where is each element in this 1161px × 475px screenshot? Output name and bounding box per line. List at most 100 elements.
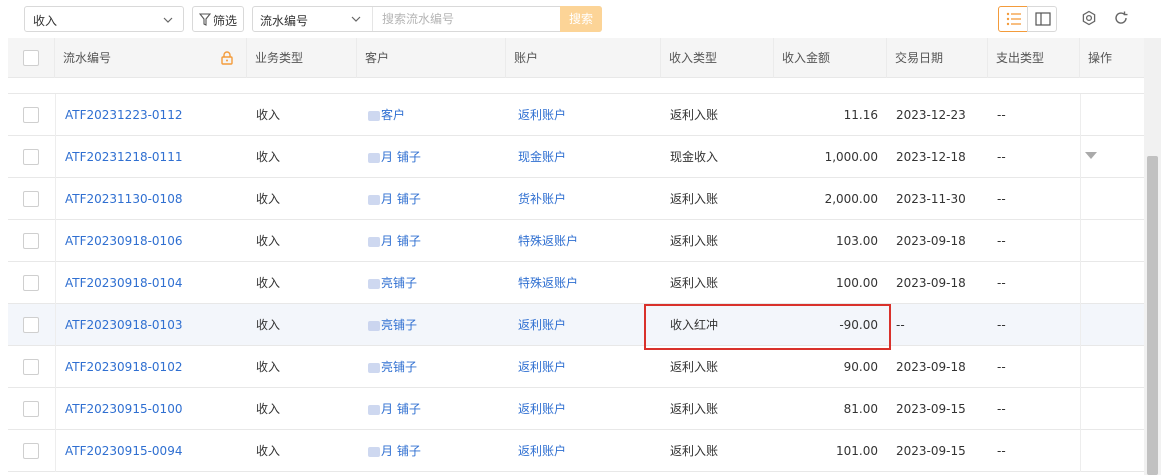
column-divider xyxy=(1080,136,1081,178)
cell-account[interactable]: 特殊返账户 xyxy=(518,262,661,304)
cell-customer[interactable]: 月 铺子 xyxy=(368,220,506,262)
cell-business-type: 收入 xyxy=(256,402,281,416)
cell-account[interactable]: 返利账户 xyxy=(518,94,661,136)
table-row[interactable]: ATF20231223-0112 收入 客户 返利账户 返利入账 11.16 2023-12… xyxy=(8,94,1144,136)
cell-flow-id[interactable]: ATF20230915-0094 xyxy=(65,430,245,472)
table-row[interactable]: ATF20230918-0104 收入 亮铺子 特殊返账户 返利入账 100.00 2023… xyxy=(8,262,1144,304)
table-row[interactable]: ATF20230915-0094 收入 月 铺子 返利账户 返利入账 101.00 2023… xyxy=(8,430,1144,472)
row-checkbox[interactable] xyxy=(23,107,39,123)
table-row[interactable]: ATF20230918-0102 收入 亮铺子 返利账户 返利入账 90.00 2023-0… xyxy=(8,346,1144,388)
list-view-icon xyxy=(1006,12,1021,26)
cell-customer[interactable]: 亮铺子 xyxy=(368,262,506,304)
header-customer[interactable]: 客户 xyxy=(357,38,506,78)
customer-name[interactable]: 亮铺子 xyxy=(381,276,417,290)
cell-trade-date: 2023-11-30 xyxy=(896,192,966,206)
redacted-mark xyxy=(368,404,380,415)
select-all-checkbox[interactable] xyxy=(23,50,39,66)
cell-account[interactable]: 现金账户 xyxy=(518,136,661,178)
cell-account[interactable]: 返利账户 xyxy=(518,346,661,388)
row-checkbox[interactable] xyxy=(23,401,39,417)
redacted-mark xyxy=(368,236,380,247)
cell-customer[interactable]: 亮铺子 xyxy=(368,304,506,346)
row-checkbox[interactable] xyxy=(23,233,39,249)
cell-customer[interactable]: 亮铺子 xyxy=(368,346,506,388)
cell-customer[interactable]: 月 铺子 xyxy=(368,178,506,220)
table-row[interactable]: ATF20230918-0106 收入 月 铺子 特殊返账户 返利入账 103.00 202… xyxy=(8,220,1144,262)
cell-flow-id[interactable]: ATF20231218-0111 xyxy=(65,136,245,178)
redacted-mark xyxy=(368,362,380,373)
scrollbar-thumb[interactable] xyxy=(1147,156,1158,475)
search-field-select[interactable]: 流水编号 xyxy=(253,7,373,31)
table-row[interactable]: ATF20230915-0100 收入 月 铺子 返利账户 返利入账 81.00 2023-… xyxy=(8,388,1144,430)
table-row[interactable]: ATF20231130-0108 收入 月 铺子 货补账户 返利入账 2,000.00 20… xyxy=(8,178,1144,220)
header-flow-id-label: 流水编号 xyxy=(63,51,112,65)
cell-account[interactable]: 特殊返账户 xyxy=(518,220,661,262)
panel-view-button[interactable] xyxy=(1027,6,1057,32)
row-checkbox[interactable] xyxy=(23,275,39,291)
header-income-type[interactable]: 收入类型 xyxy=(661,38,774,78)
table-row[interactable]: ATF20231218-0111 收入 月 铺子 现金账户 现金收入 1,000.00 20… xyxy=(8,136,1144,178)
cell-flow-id[interactable]: ATF20230918-0106 xyxy=(65,220,245,262)
cell-trade-date: 2023-12-18 xyxy=(896,150,966,164)
cell-customer[interactable]: 客户 xyxy=(368,94,506,136)
customer-name[interactable]: 亮铺子 xyxy=(381,360,417,374)
header-business-type[interactable]: 业务类型 xyxy=(247,38,357,78)
row-checkbox[interactable] xyxy=(23,149,39,165)
cell-business-type: 收入 xyxy=(256,150,281,164)
cell-account[interactable]: 返利账户 xyxy=(518,304,661,346)
search-button[interactable]: 搜索 xyxy=(560,6,602,32)
customer-name[interactable]: 月 铺子 xyxy=(381,234,421,248)
lock-icon[interactable] xyxy=(221,51,233,65)
cell-flow-id[interactable]: ATF20230918-0103 xyxy=(65,304,245,346)
header-trade-date[interactable]: 交易日期 xyxy=(887,38,988,78)
cell-income-amount: 81.00 xyxy=(843,402,878,416)
redacted-mark xyxy=(368,446,380,457)
table-row[interactable]: ATF20230918-0103 收入 亮铺子 返利账户 收入红冲 -90.00 -- -- xyxy=(8,304,1144,346)
cell-customer[interactable]: 月 铺子 xyxy=(368,388,506,430)
cell-trade-date: 2023-09-18 xyxy=(896,360,966,374)
dropdown-triangle-icon[interactable] xyxy=(1085,152,1097,160)
cell-flow-id[interactable]: ATF20231223-0112 xyxy=(65,94,245,136)
cell-trade-date: 2023-09-18 xyxy=(896,234,966,248)
income-type-select[interactable]: 收入 xyxy=(24,6,184,32)
header-income-amount[interactable]: 收入金额 xyxy=(774,38,887,78)
vertical-scrollbar[interactable] xyxy=(1144,38,1161,475)
header-account[interactable]: 账户 xyxy=(506,38,661,78)
cell-customer[interactable]: 月 铺子 xyxy=(368,136,506,178)
cell-income-type: 返利入账 xyxy=(670,402,719,416)
refresh-icon[interactable] xyxy=(1113,10,1129,26)
cell-flow-id[interactable]: ATF20231130-0108 xyxy=(65,178,245,220)
customer-name[interactable]: 客户 xyxy=(381,108,405,122)
column-divider xyxy=(55,94,56,136)
cell-income-type: 返利入账 xyxy=(670,108,719,122)
search-field-value: 流水编号 xyxy=(260,14,309,28)
cell-income-type: 返利入账 xyxy=(670,444,719,458)
header-flow-id[interactable]: 流水编号 xyxy=(55,38,247,78)
row-checkbox[interactable] xyxy=(23,191,39,207)
search-input[interactable] xyxy=(374,7,560,31)
customer-name[interactable]: 月 铺子 xyxy=(381,444,421,458)
cell-flow-id[interactable]: ATF20230918-0104 xyxy=(65,262,245,304)
cell-business-type: 收入 xyxy=(256,276,281,290)
header-expense-type[interactable]: 支出类型 xyxy=(988,38,1080,78)
customer-name[interactable]: 月 铺子 xyxy=(381,192,421,206)
column-divider xyxy=(1080,430,1081,472)
list-view-button[interactable] xyxy=(998,6,1028,32)
row-checkbox[interactable] xyxy=(23,359,39,375)
redacted-mark xyxy=(368,110,380,121)
cell-account[interactable]: 返利账户 xyxy=(518,430,661,472)
customer-name[interactable]: 月 铺子 xyxy=(381,402,421,416)
cell-income-type: 返利入账 xyxy=(670,360,719,374)
cell-customer[interactable]: 月 铺子 xyxy=(368,430,506,472)
cell-account[interactable]: 货补账户 xyxy=(518,178,661,220)
row-checkbox[interactable] xyxy=(23,317,39,333)
row-checkbox[interactable] xyxy=(23,443,39,459)
cell-account[interactable]: 返利账户 xyxy=(518,388,661,430)
settings-gear-icon[interactable] xyxy=(1081,10,1097,26)
filter-button[interactable]: 筛选 xyxy=(192,6,244,32)
customer-name[interactable]: 亮铺子 xyxy=(381,318,417,332)
cell-flow-id[interactable]: ATF20230915-0100 xyxy=(65,388,245,430)
customer-name[interactable]: 月 铺子 xyxy=(381,150,421,164)
toolbar: 收入 筛选 流水编号 搜索 xyxy=(0,0,1161,38)
cell-flow-id[interactable]: ATF20230918-0102 xyxy=(65,346,245,388)
